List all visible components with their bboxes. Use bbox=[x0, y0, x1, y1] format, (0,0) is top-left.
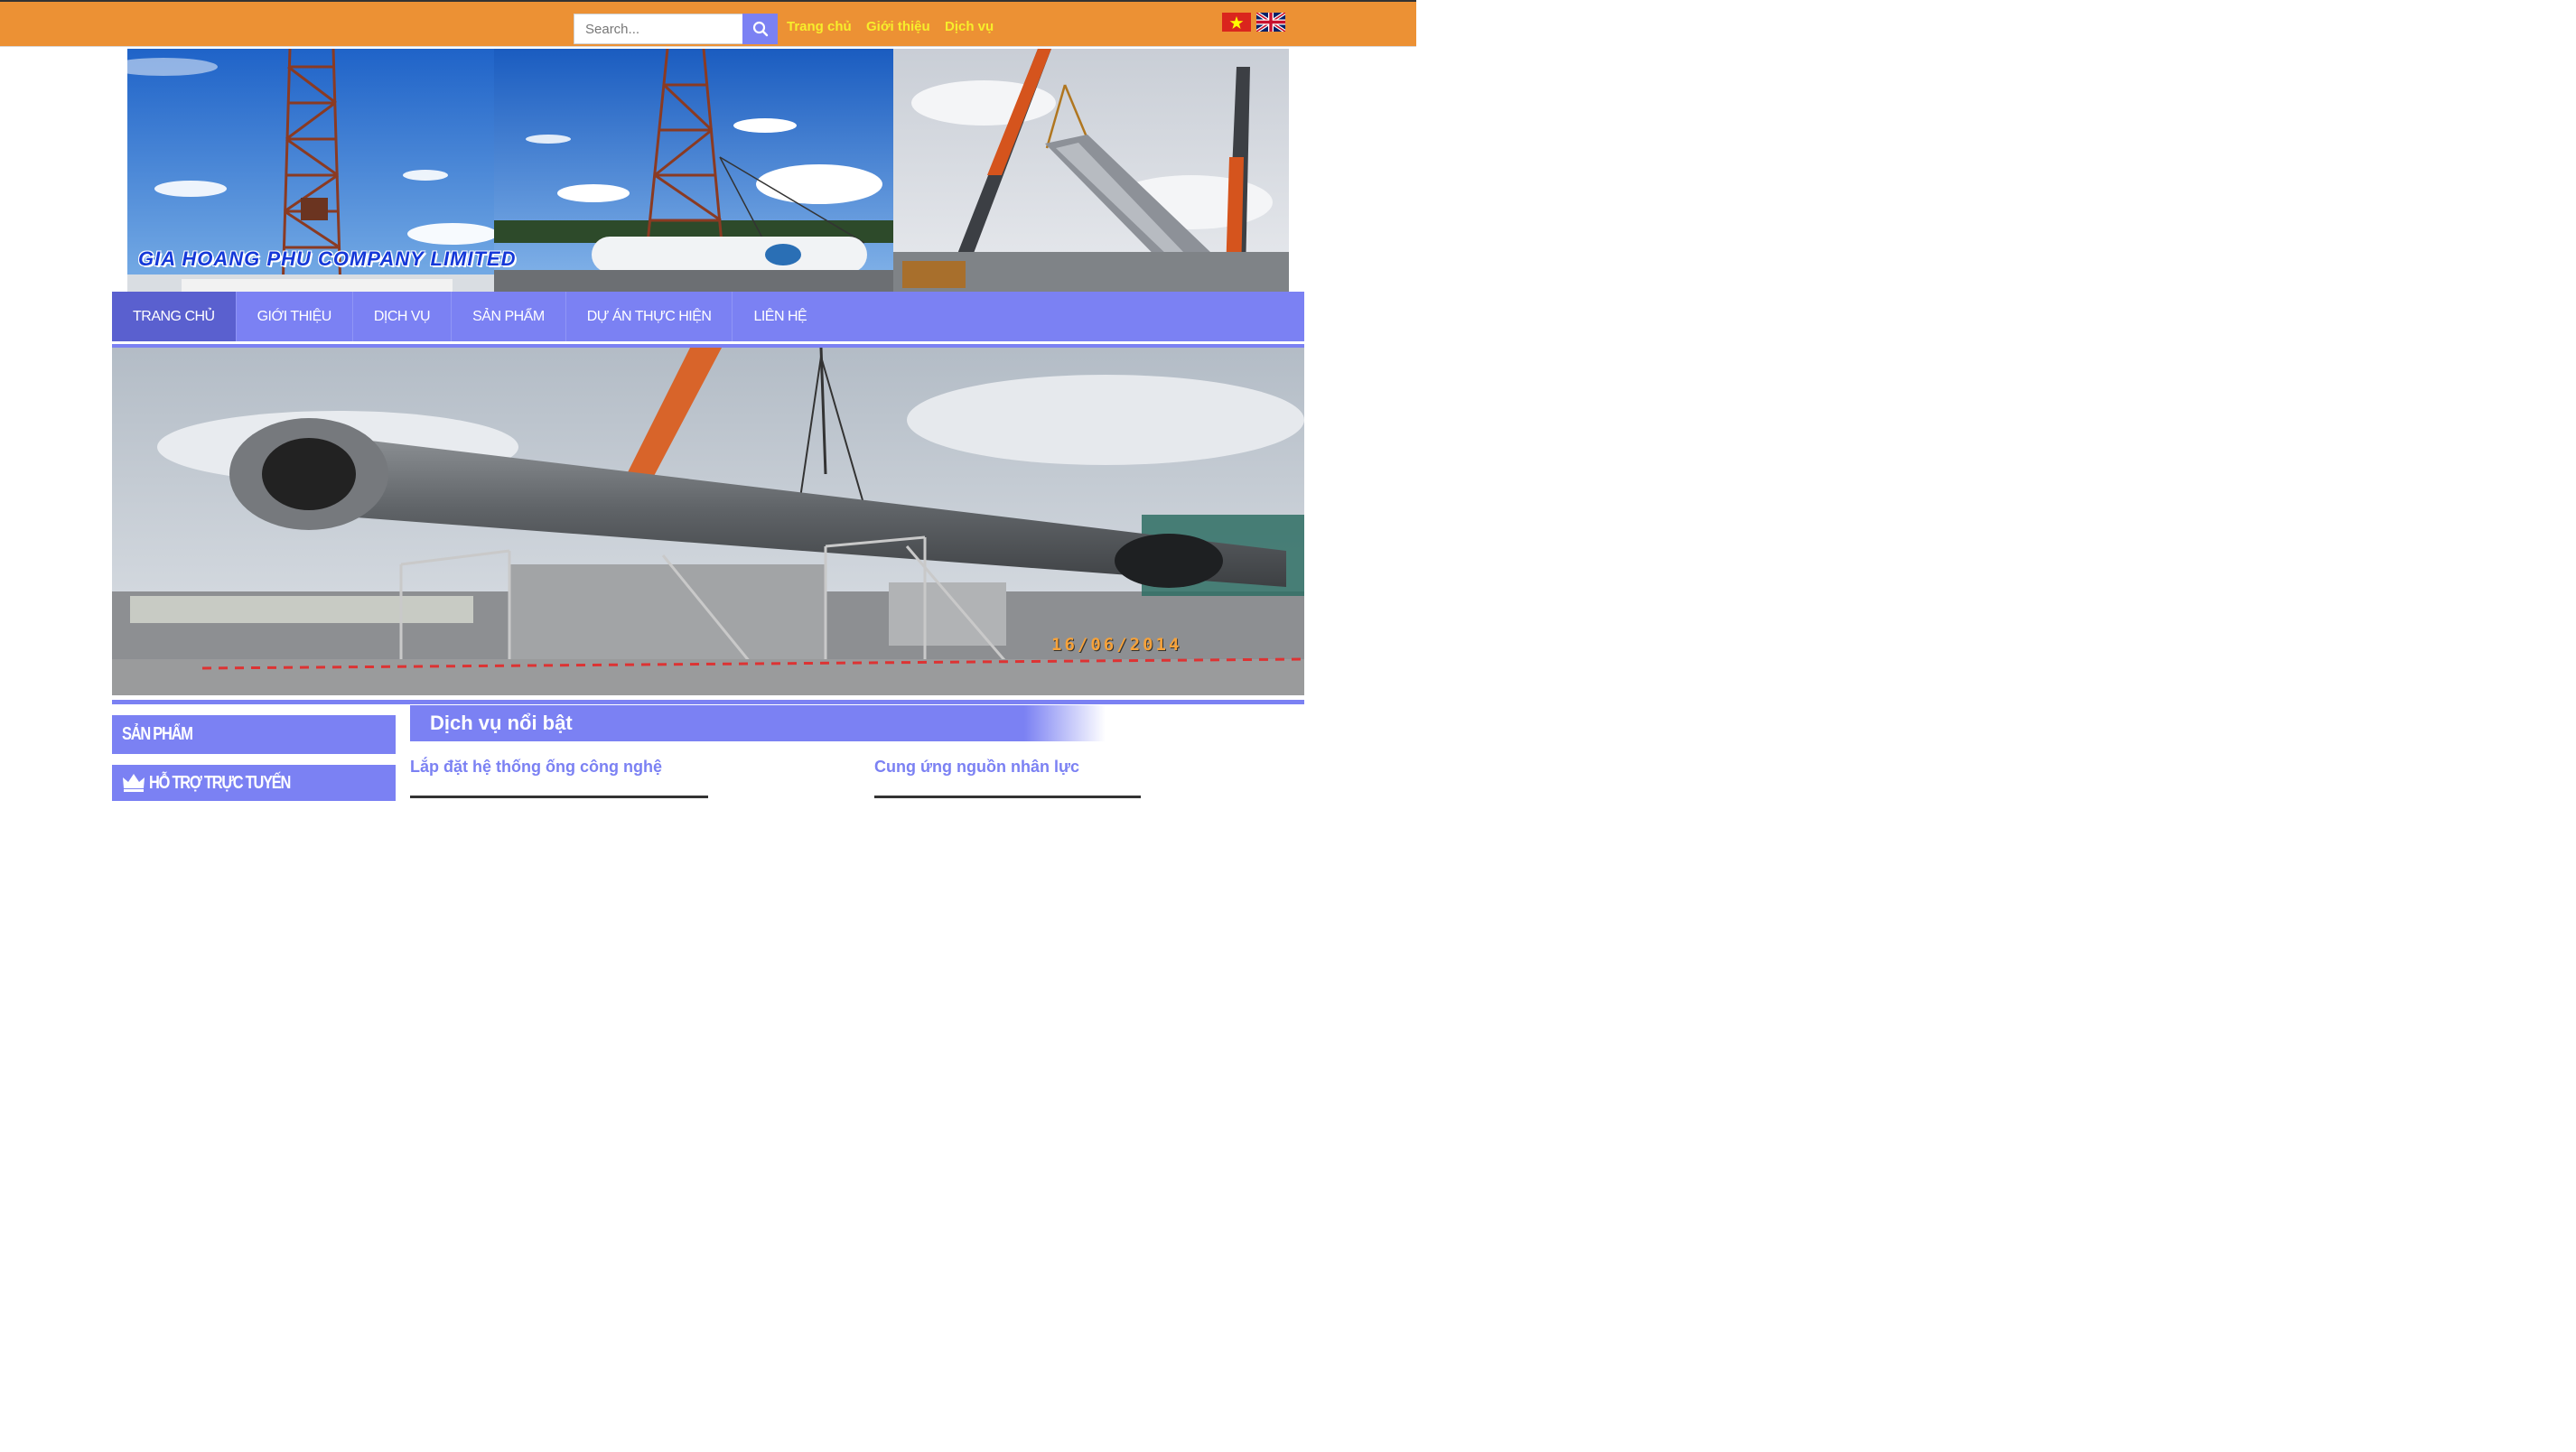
featured-services-title: Dịch vụ nổi bật bbox=[430, 712, 573, 734]
nav-item-projects[interactable]: DỰ ÁN THỰC HIỆN bbox=[566, 292, 733, 341]
nav-item-contact[interactable]: LIÊN HỆ bbox=[733, 292, 827, 341]
company-name-logo: GIA HOANG PHU COMPANY LIMITED bbox=[138, 247, 517, 270]
nav-item-about[interactable]: GIỚI THIỆU bbox=[237, 292, 353, 341]
main-nav: TRANG CHỦ GIỚI THIỆU DỊCH VỤ SẢN PHẨM DỰ… bbox=[112, 292, 1304, 341]
featured-services-header: Dịch vụ nổi bật bbox=[410, 705, 1304, 741]
top-link-about[interactable]: Giới thiệu bbox=[866, 19, 930, 34]
sidebar-products-label: SẢN PHẨM bbox=[122, 724, 193, 744]
nav-item-services[interactable]: DỊCH VỤ bbox=[353, 292, 453, 341]
nav-item-products[interactable]: SẢN PHẨM bbox=[452, 292, 566, 341]
sidebar-support-label: HỖ TRỢ TRỰC TUYẾN bbox=[149, 772, 291, 793]
service-link-manpower-supply[interactable]: Cung ứng nguồn nhân lực bbox=[874, 758, 1079, 777]
sidebar-support-header[interactable]: HỖ TRỢ TRỰC TUYẾN bbox=[112, 765, 396, 801]
hero-divider bbox=[112, 700, 1304, 704]
search-icon bbox=[752, 21, 768, 37]
top-link-home[interactable]: Trang chủ bbox=[787, 19, 852, 34]
vietnam-flag-icon[interactable] bbox=[1222, 13, 1251, 32]
top-link-services[interactable]: Dịch vụ bbox=[945, 19, 994, 34]
hero-slider-image[interactable]: 16/06/2014 bbox=[112, 348, 1304, 695]
service-image-pipe-installation[interactable] bbox=[410, 796, 708, 798]
banner-photo-crane-lift bbox=[893, 49, 1289, 292]
uk-flag-icon[interactable] bbox=[1256, 13, 1285, 32]
banner-photo-tank-lift bbox=[494, 49, 893, 292]
search-input[interactable] bbox=[574, 14, 743, 44]
search-button[interactable] bbox=[742, 14, 778, 44]
service-image-manpower-supply[interactable] bbox=[874, 796, 1141, 798]
header-banner: GIA HOANG PHU COMPANY LIMITED bbox=[127, 49, 1289, 292]
crown-icon bbox=[123, 774, 145, 792]
nav-item-home[interactable]: TRANG CHỦ bbox=[112, 292, 237, 341]
photo-date-stamp: 16/06/2014 bbox=[1051, 635, 1182, 655]
top-bar: Trang chủ Giới thiệu Dịch vụ bbox=[0, 0, 1416, 47]
service-link-pipe-installation[interactable]: Lắp đặt hệ thống ống công nghệ bbox=[410, 758, 662, 777]
sidebar-products-header[interactable]: SẢN PHẨM bbox=[112, 715, 396, 754]
